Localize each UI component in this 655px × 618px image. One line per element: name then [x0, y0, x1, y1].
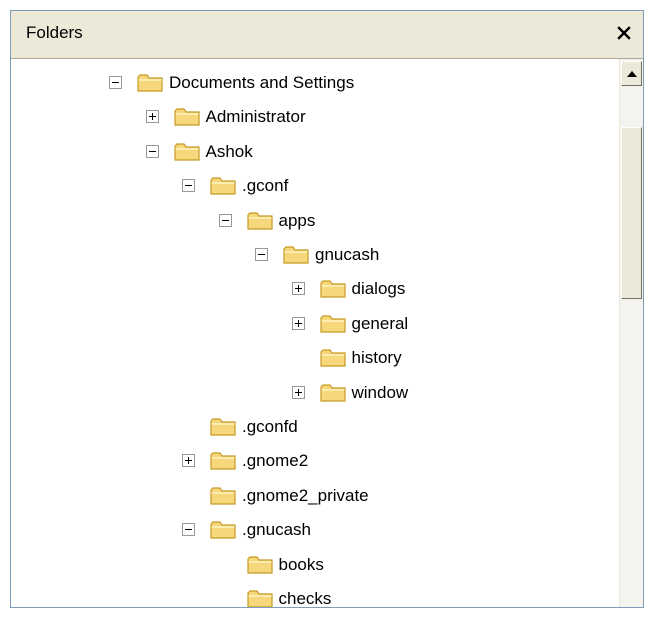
plus-box-icon[interactable] [145, 110, 159, 124]
folder-icon [210, 521, 236, 539]
folder-icon [246, 555, 273, 574]
tree-node[interactable]: Documents and Settings [11, 66, 619, 100]
tree-node[interactable]: window [11, 376, 619, 410]
tree-node[interactable]: Ashok [11, 135, 619, 169]
tree-node-label[interactable]: .gnucash [242, 520, 311, 540]
tree-node-label[interactable]: Documents and Settings [169, 73, 354, 93]
tree-node-label[interactable]: Ashok [206, 142, 253, 162]
tree-node-label[interactable]: Administrator [206, 107, 306, 127]
folder-tree: Documents and Settings Administrator Ashok… [11, 59, 619, 607]
tree-node-label[interactable]: .gconf [242, 176, 288, 196]
tree-node-label[interactable]: checks [279, 589, 332, 607]
tree-node-label[interactable]: .gnome2 [242, 451, 308, 471]
folders-header: Folders [11, 11, 643, 59]
minus-box-icon[interactable] [218, 213, 232, 227]
arrow-up-icon [626, 70, 637, 77]
folders-pane: Folders Documents and Settings Administra… [10, 10, 644, 608]
folder-icon [319, 280, 346, 298]
minus-box-icon[interactable] [145, 144, 159, 158]
tree-node[interactable]: .gnome2_private [11, 479, 619, 513]
folder-icon [210, 452, 236, 470]
plus-box-icon[interactable] [291, 282, 305, 296]
tree-node[interactable]: dialogs [11, 272, 619, 306]
tree-node-label[interactable]: apps [279, 211, 316, 231]
folder-icon [283, 246, 309, 264]
tree-node[interactable]: books [11, 548, 619, 582]
tree-node[interactable]: apps [11, 204, 619, 238]
tree-node[interactable]: .gconf [11, 169, 619, 203]
tree-node[interactable]: .gnome2 [11, 444, 619, 478]
tree-node[interactable]: general [11, 307, 619, 341]
tree-node[interactable]: .gconfd [11, 410, 619, 444]
plus-box-icon[interactable] [182, 454, 195, 468]
folder-icon [210, 487, 236, 505]
tree-node-label[interactable]: .gconfd [242, 417, 298, 437]
tree-node-label[interactable]: history [352, 348, 402, 368]
folder-icon [246, 211, 273, 230]
plus-box-icon[interactable] [291, 385, 305, 399]
close-icon [617, 26, 631, 40]
vertical-scrollbar[interactable] [619, 59, 643, 607]
tree-node[interactable]: .gnucash [11, 513, 619, 547]
tree-node-label[interactable]: .gnome2_private [242, 486, 369, 506]
minus-box-icon[interactable] [109, 76, 122, 89]
tree-node-label[interactable]: dialogs [352, 279, 406, 299]
tree-node[interactable]: gnucash [11, 238, 619, 272]
folder-icon [319, 349, 346, 367]
folder-icon [137, 74, 163, 92]
tree-node-label[interactable]: books [279, 555, 324, 575]
tree-node[interactable]: checks [11, 582, 619, 607]
panel-title: Folders [26, 23, 83, 42]
close-button[interactable] [611, 19, 637, 47]
tree-node[interactable]: history [11, 341, 619, 375]
minus-box-icon[interactable] [255, 248, 268, 261]
folder-icon [246, 590, 273, 607]
tree-node-label[interactable]: general [352, 314, 409, 334]
minus-box-icon[interactable] [182, 523, 195, 537]
tree-node[interactable]: Administrator [11, 100, 619, 134]
plus-box-icon[interactable] [291, 316, 305, 330]
scroll-up-button[interactable] [621, 61, 642, 86]
tree-node-label[interactable]: window [352, 383, 409, 403]
minus-box-icon[interactable] [182, 179, 195, 193]
folder-icon [319, 315, 346, 333]
folder-icon [173, 143, 200, 161]
folder-icon [319, 383, 346, 402]
folder-icon [210, 418, 236, 436]
scroll-thumb[interactable] [621, 127, 642, 299]
tree-node-label[interactable]: gnucash [315, 245, 379, 265]
folder-icon [173, 108, 200, 126]
folder-icon [210, 177, 236, 195]
